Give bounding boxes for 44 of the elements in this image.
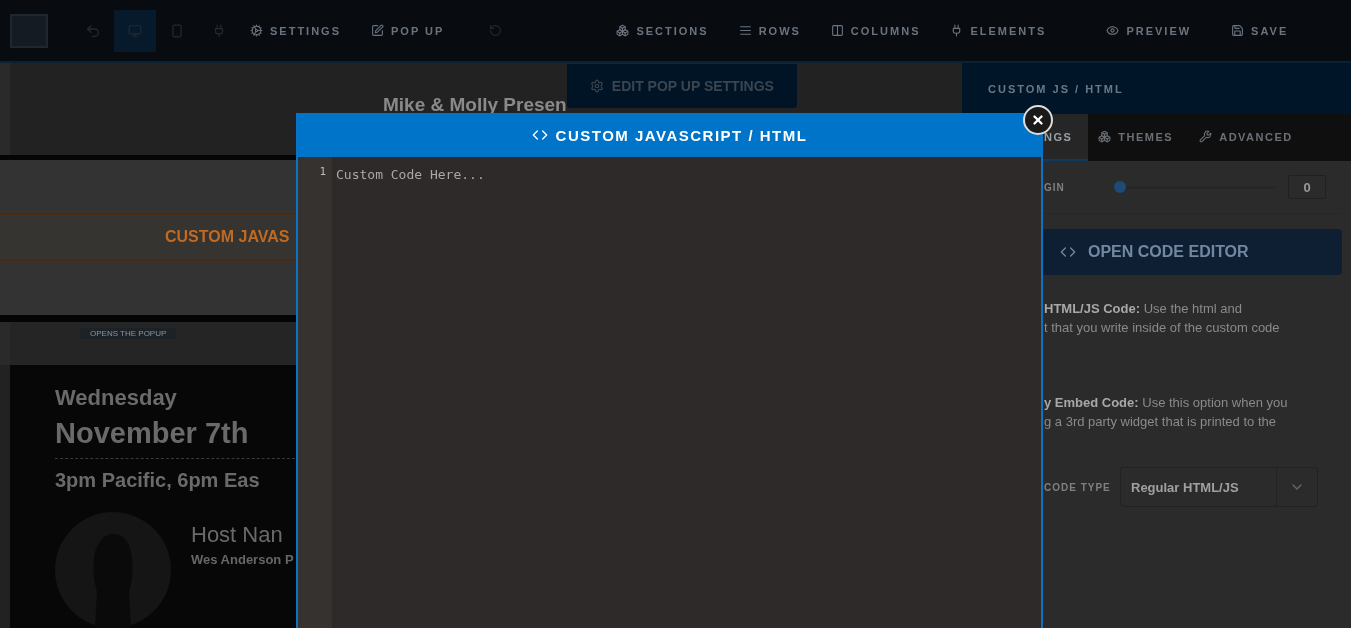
margin-label: GIN (1044, 181, 1066, 193)
help-text: g a 3rd party widget that is printed to the (1044, 414, 1277, 429)
margin-value-field[interactable]: 0 (1288, 175, 1326, 199)
help-text: HTML/JS Code: Use the html and (1044, 301, 1243, 316)
gears-icon (250, 24, 263, 37)
event-date: November 7th (55, 417, 250, 450)
desktop-icon[interactable] (114, 9, 156, 52)
host-name: Host Nan (191, 522, 284, 548)
panel-tab[interactable]: THEMES (1088, 114, 1190, 161)
cubes-icon (1098, 130, 1112, 143)
code-icon (1060, 244, 1076, 260)
host-description: Wes Anderson P (191, 552, 294, 567)
columns-icon (830, 24, 844, 37)
code-type-select[interactable]: Regular HTML/JS (1120, 467, 1318, 507)
gear-icon (589, 79, 604, 93)
dialog-title: CUSTOM JAVASCRIPT / HTML (298, 113, 1041, 157)
toolbar-button[interactable]: SECTIONS (616, 24, 709, 37)
toolbar-button[interactable]: PREVIEW (1106, 24, 1192, 37)
rows-icon (738, 24, 752, 37)
open-code-editor-button[interactable]: OPEN CODE EDITOR (1042, 229, 1342, 275)
code-type-label: CODE TYPE (1044, 481, 1112, 493)
page-headline: Mike & Molly Presen (383, 94, 567, 116)
logo (10, 13, 48, 48)
event-time: 3pm Pacific, 6pm Eas (55, 469, 261, 492)
wrench-icon (1199, 130, 1213, 143)
toolbar-button[interactable]: POP UP (371, 24, 445, 37)
panel-tab[interactable]: ADVANCED (1189, 114, 1309, 161)
edit-icon (371, 24, 384, 37)
cubes-icon (616, 24, 630, 37)
panel-title: CUSTOM JS / HTML (962, 63, 1351, 114)
toolbar-button[interactable]: SAVE (1231, 24, 1289, 37)
slider-thumb[interactable] (1114, 181, 1126, 193)
help-text: t that you write inside of the custom code (1044, 320, 1281, 335)
close-icon (1031, 113, 1045, 127)
toolbar-button[interactable]: COLUMNS (830, 24, 921, 37)
toolbar-button[interactable]: SETTINGS (250, 24, 341, 37)
toolbar-button[interactable]: ELEMENTS (950, 24, 1047, 37)
line-number: 1 (298, 157, 332, 628)
help-text: y Embed Code: Use this option when you (1044, 395, 1289, 410)
eye-icon (1106, 24, 1120, 37)
save-icon (1231, 24, 1245, 37)
code-icon (531, 127, 548, 143)
tag-label: OPENS THE POPUP (80, 328, 177, 339)
toolbar-button[interactable]: ROWS (738, 24, 801, 37)
